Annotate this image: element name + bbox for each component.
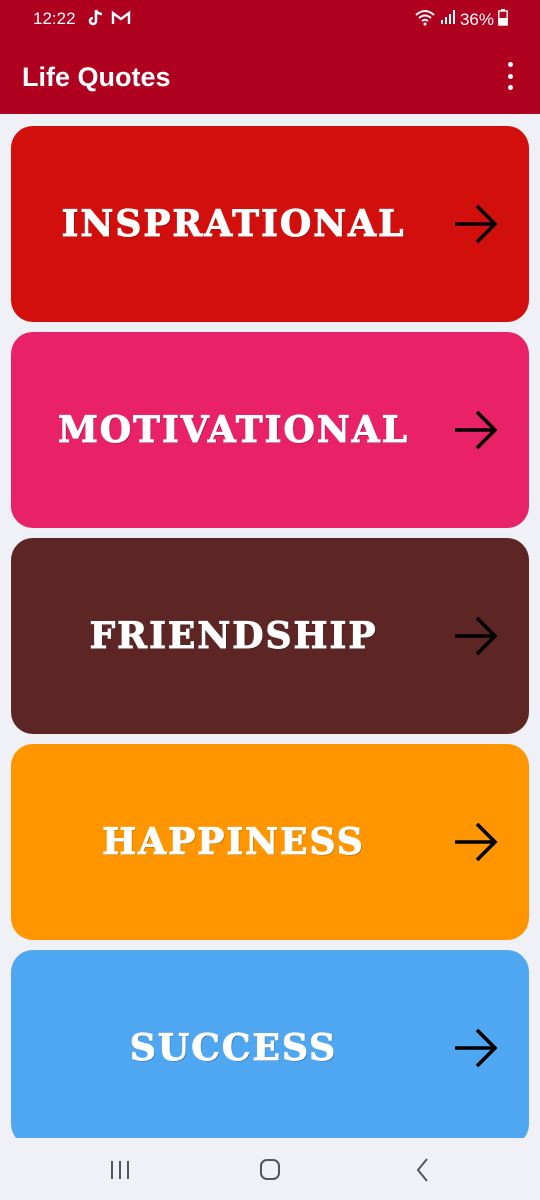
- arrow-forward-icon: [455, 822, 498, 862]
- arrow-forward-icon: [455, 1028, 498, 1068]
- category-label: INSPRATIONAL: [61, 203, 406, 246]
- category-card-friendship[interactable]: FRIENDSHIP: [11, 538, 529, 734]
- recent-apps-icon[interactable]: [105, 1156, 135, 1184]
- category-card-success[interactable]: SUCCESS: [11, 950, 529, 1138]
- system-nav-bar: [0, 1138, 540, 1200]
- battery-text: 36%: [459, 9, 494, 29]
- back-icon[interactable]: [408, 1156, 438, 1184]
- category-card-motivational[interactable]: MOTIVATIONAL: [11, 332, 529, 528]
- status-time: 12:22: [33, 9, 76, 28]
- status-notification-icons: [87, 8, 131, 33]
- home-icon[interactable]: [255, 1156, 285, 1184]
- battery-icon: [498, 8, 508, 31]
- category-list: INSPRATIONAL MOTIVATIONAL FRIENDSHIP HAP…: [0, 114, 540, 1138]
- tiktok-icon: [87, 8, 105, 33]
- more-vert-icon[interactable]: [500, 62, 520, 90]
- status-system-icons: 36%: [414, 8, 508, 31]
- arrow-forward-icon: [455, 616, 498, 656]
- category-label: FRIENDSHIP: [89, 615, 378, 658]
- arrow-forward-icon: [455, 204, 498, 244]
- category-card-happiness[interactable]: HAPPINESS: [11, 744, 529, 940]
- arrow-forward-icon: [455, 410, 498, 450]
- wifi-icon: [414, 8, 436, 31]
- category-label: HAPPINESS: [102, 821, 365, 864]
- category-label: MOTIVATIONAL: [57, 409, 410, 452]
- app-bar: Life Quotes: [0, 38, 540, 114]
- status-bar: 12:22 36%: [0, 0, 540, 38]
- app-title: Life Quotes: [22, 62, 171, 92]
- gmail-icon: [111, 8, 131, 33]
- category-label: SUCCESS: [129, 1027, 338, 1070]
- category-card-inspirational[interactable]: INSPRATIONAL: [11, 126, 529, 322]
- signal-icon: [440, 9, 456, 30]
